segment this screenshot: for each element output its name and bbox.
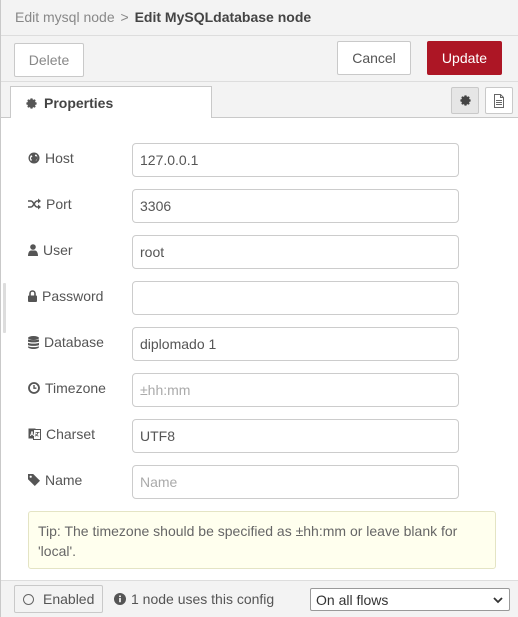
name-input[interactable]: [132, 465, 459, 499]
random-icon: [28, 198, 41, 210]
port-label-text: Port: [46, 196, 72, 212]
tray-footer: Enabled 1 node uses this config On all f…: [1, 580, 518, 617]
timezone-label: Timezone: [28, 380, 106, 396]
password-input[interactable]: [132, 281, 459, 315]
resize-handle[interactable]: [3, 283, 6, 333]
enabled-label: Enabled: [43, 591, 95, 607]
timezone-input[interactable]: [132, 373, 459, 407]
cancel-button[interactable]: Cancel: [337, 41, 411, 75]
toggle-circle-icon: [23, 593, 34, 605]
timezone-label-text: Timezone: [45, 380, 106, 396]
charset-input[interactable]: [132, 419, 459, 453]
usage-info: 1 node uses this config: [114, 591, 274, 607]
tab-properties-label: Properties: [44, 95, 114, 111]
edit-tray: Edit mysql node > Edit MySQLdatabase nod…: [0, 0, 518, 617]
user-label: User: [28, 242, 73, 258]
node-settings-tab-button[interactable]: [451, 87, 479, 114]
host-row: Host: [1, 143, 518, 177]
update-button[interactable]: Update: [427, 41, 502, 75]
timezone-tip: Tip: The timezone should be specified as…: [28, 511, 496, 569]
database-row: Database: [1, 327, 518, 361]
tab-bar: Properties: [1, 82, 518, 119]
user-label-text: User: [43, 242, 73, 258]
scope-select[interactable]: On all flows: [310, 588, 510, 611]
database-label: Database: [28, 334, 104, 350]
charset-label: Charset: [28, 426, 95, 442]
chevron-down-icon: [493, 597, 503, 604]
host-input[interactable]: [132, 143, 459, 177]
breadcrumb-parent[interactable]: Edit mysql node: [15, 9, 115, 25]
delete-button[interactable]: Delete: [14, 43, 84, 77]
name-label: Name: [28, 472, 82, 488]
user-icon: [28, 244, 38, 256]
name-label-text: Name: [45, 472, 83, 488]
database-icon: [28, 335, 39, 349]
globe-icon: [28, 152, 40, 164]
language-icon: [28, 428, 41, 440]
info-icon: [114, 593, 126, 605]
database-input[interactable]: [132, 327, 459, 361]
tray-toolbar: Delete Cancel Update: [1, 36, 518, 82]
breadcrumb: Edit mysql node > Edit MySQLdatabase nod…: [15, 9, 311, 25]
password-label: Password: [28, 288, 103, 304]
breadcrumb-separator: >: [120, 9, 129, 25]
database-label-text: Database: [44, 334, 104, 350]
gear-icon: [26, 97, 37, 109]
port-input[interactable]: [132, 189, 459, 223]
port-row: Port: [1, 189, 518, 223]
password-row: Password: [1, 281, 518, 315]
charset-label-text: Charset: [46, 426, 96, 442]
host-label-text: Host: [45, 150, 74, 166]
tray-header: Edit mysql node > Edit MySQLdatabase nod…: [1, 0, 518, 36]
clock-icon: [28, 382, 40, 394]
description-tab-button[interactable]: [485, 87, 513, 114]
name-row: Name: [1, 465, 518, 499]
password-label-text: Password: [42, 288, 104, 304]
properties-panel: Host Port User Password: [1, 118, 518, 580]
user-input[interactable]: [132, 235, 459, 269]
lock-icon: [28, 290, 37, 302]
breadcrumb-current: Edit MySQLdatabase node: [134, 9, 312, 25]
tag-icon: [28, 474, 40, 486]
gear-icon: [459, 95, 471, 106]
scope-select-value: On all flows: [316, 591, 389, 608]
host-label: Host: [28, 150, 74, 166]
document-icon: [494, 93, 504, 108]
enabled-toggle[interactable]: Enabled: [14, 585, 103, 613]
tab-properties[interactable]: Properties: [10, 86, 212, 119]
usage-text: 1 node uses this config: [131, 591, 275, 607]
port-label: Port: [28, 196, 72, 212]
user-row: User: [1, 235, 518, 269]
charset-row: Charset: [1, 419, 518, 453]
timezone-row: Timezone: [1, 373, 518, 407]
